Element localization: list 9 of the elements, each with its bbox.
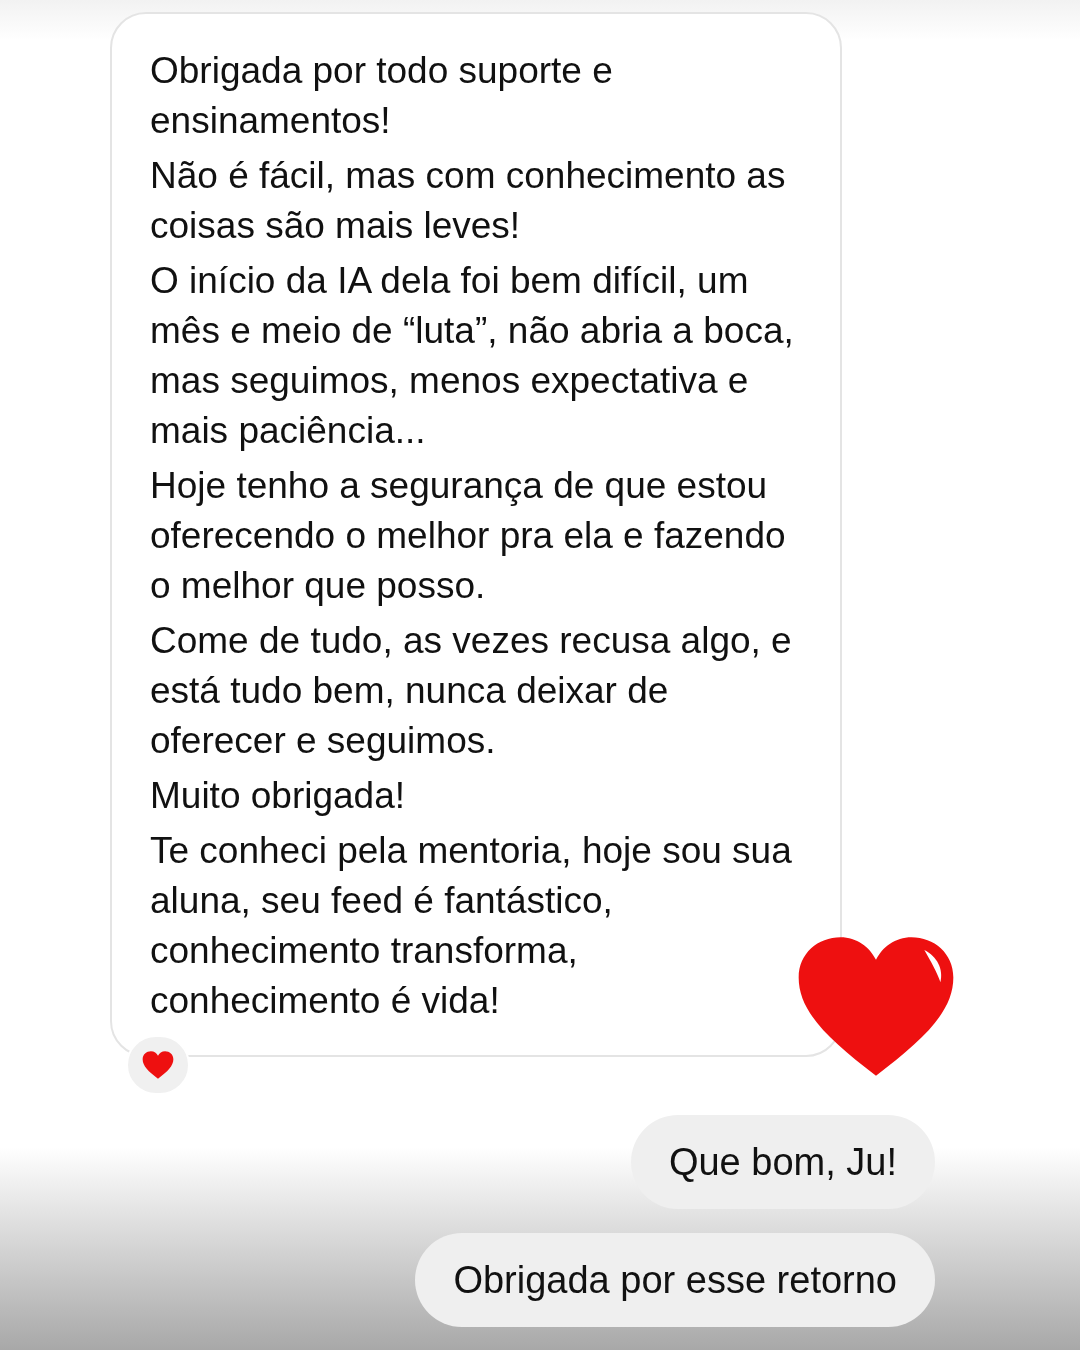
message-text: O início da IA dela foi bem difícil, um mês e meio de “luta”, não abria a boca, mas seguimos, menos expectativa e mais paciência... [150,259,795,453]
message-text: Obrigada por esse retorno [453,1258,897,1303]
message-text: Muito obrigada! [150,774,407,818]
message-text: Não é fácil, mas com conhecimento as coisas são mais leves! [150,154,787,248]
message-text: Come de tudo, as vezes recusa algo, e está tudo bem, nunca deixar de oferecer e seguimos. [150,619,793,763]
message-text: Hoje tenho a segurança de que estou oferecendo o melhor pra ela e fazendo o melhor que posso. [150,464,787,608]
message-text: Que bom, Ju! [668,1140,897,1185]
message-text: Obrigada por todo suporte e ensinamentos! [150,49,614,143]
message-text: Te conheci pela mentoria, hoje sou sua aluna, seu feed é fantástico, conhecimento transforma, conhecimento é vida! [150,829,793,1023]
